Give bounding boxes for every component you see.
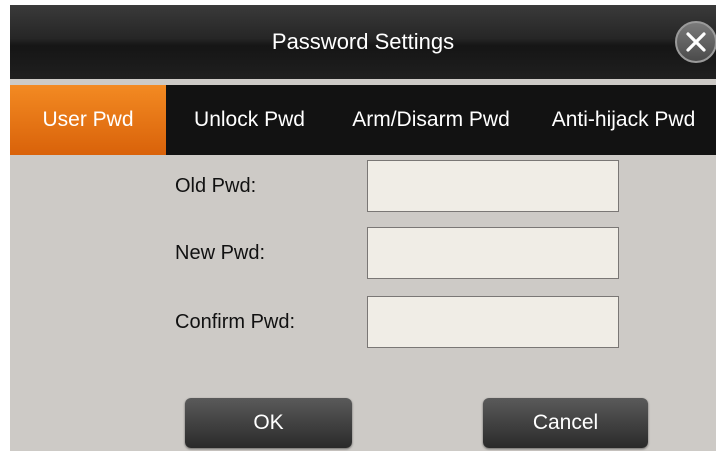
tab-bar: User Pwd Unlock Pwd Arm/Disarm Pwd Anti-… — [10, 85, 716, 155]
old-pwd-field[interactable] — [367, 160, 619, 212]
new-pwd-field[interactable] — [367, 227, 619, 279]
title-bar: Password Settings — [10, 5, 716, 79]
tab-arm-disarm-pwd[interactable]: Arm/Disarm Pwd — [331, 85, 531, 155]
tab-user-pwd[interactable]: User Pwd — [10, 85, 166, 155]
cancel-button[interactable]: Cancel — [483, 398, 648, 448]
close-icon — [686, 32, 706, 52]
tab-anti-hijack-pwd[interactable]: Anti-hijack Pwd — [531, 85, 716, 155]
confirm-pwd-field[interactable] — [367, 296, 619, 348]
old-pwd-label: Old Pwd: — [175, 175, 257, 197]
tab-unlock-pwd[interactable]: Unlock Pwd — [168, 85, 331, 155]
ok-button[interactable]: OK — [185, 398, 352, 448]
confirm-pwd-label: Confirm Pwd: — [175, 311, 296, 333]
new-pwd-label: New Pwd: — [175, 242, 266, 264]
password-settings-dialog: Password Settings User Pwd Unlock Pwd Ar… — [10, 5, 716, 451]
dialog-title: Password Settings — [271, 29, 455, 54]
close-button[interactable] — [675, 21, 716, 63]
